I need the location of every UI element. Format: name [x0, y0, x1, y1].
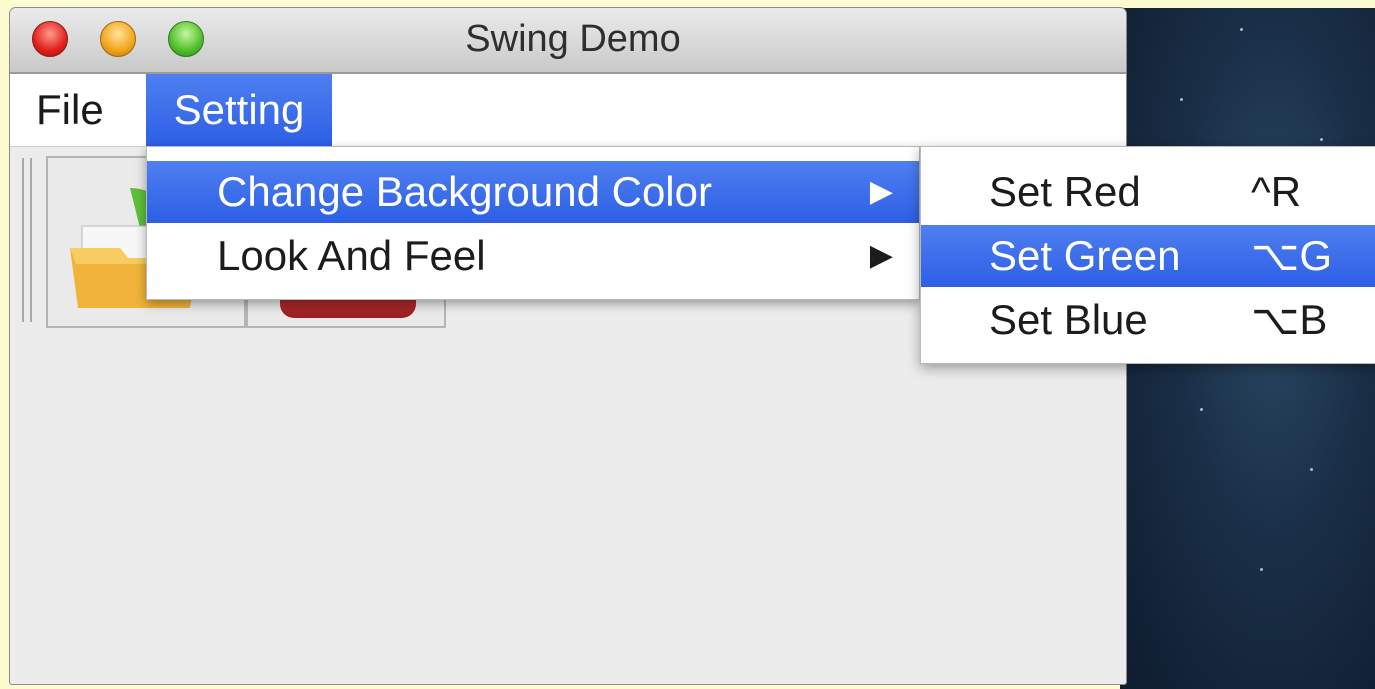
star: [1180, 98, 1183, 101]
star: [1310, 468, 1313, 471]
menu-item-look-and-feel[interactable]: Look And Feel ▶: [147, 225, 919, 287]
setting-dropdown-menu: Change Background Color ▶ Look And Feel …: [146, 146, 920, 300]
shortcut-label: ⌥G: [1251, 232, 1333, 279]
star: [1320, 138, 1323, 141]
menu-item-label: Set Red: [989, 168, 1141, 215]
star: [1200, 408, 1203, 411]
submenu-arrow-icon: ▶: [869, 175, 893, 208]
title-bar: Swing Demo: [10, 8, 1126, 74]
window-title: Swing Demo: [465, 18, 681, 60]
menu-item-set-green[interactable]: Set Green ⌥G: [921, 225, 1375, 287]
shortcut-label: ^R: [1251, 168, 1302, 215]
toolbar-grip-handle[interactable]: [22, 158, 32, 322]
menu-item-label: Look And Feel: [217, 232, 486, 279]
menu-item-change-background-color[interactable]: Change Background Color ▶: [147, 161, 919, 223]
menu-item-label: Change Background Color: [217, 168, 712, 215]
menu-setting[interactable]: Setting: [146, 74, 332, 146]
menu-item-set-blue[interactable]: Set Blue ⌥B: [921, 289, 1375, 351]
menu-file[interactable]: File: [20, 74, 120, 146]
submenu-arrow-icon: ▶: [869, 239, 893, 272]
shortcut-label: ⌥B: [1251, 296, 1328, 343]
star: [1260, 568, 1263, 571]
star: [1240, 28, 1243, 31]
menu-bar: File Setting: [10, 74, 1126, 147]
background-color-submenu: Set Red ^R Set Green ⌥G Set Blue ⌥B: [920, 146, 1375, 364]
menu-item-set-red[interactable]: Set Red ^R: [921, 161, 1375, 223]
menu-item-label: Set Green: [989, 232, 1181, 279]
menu-item-label: Set Blue: [989, 296, 1148, 343]
